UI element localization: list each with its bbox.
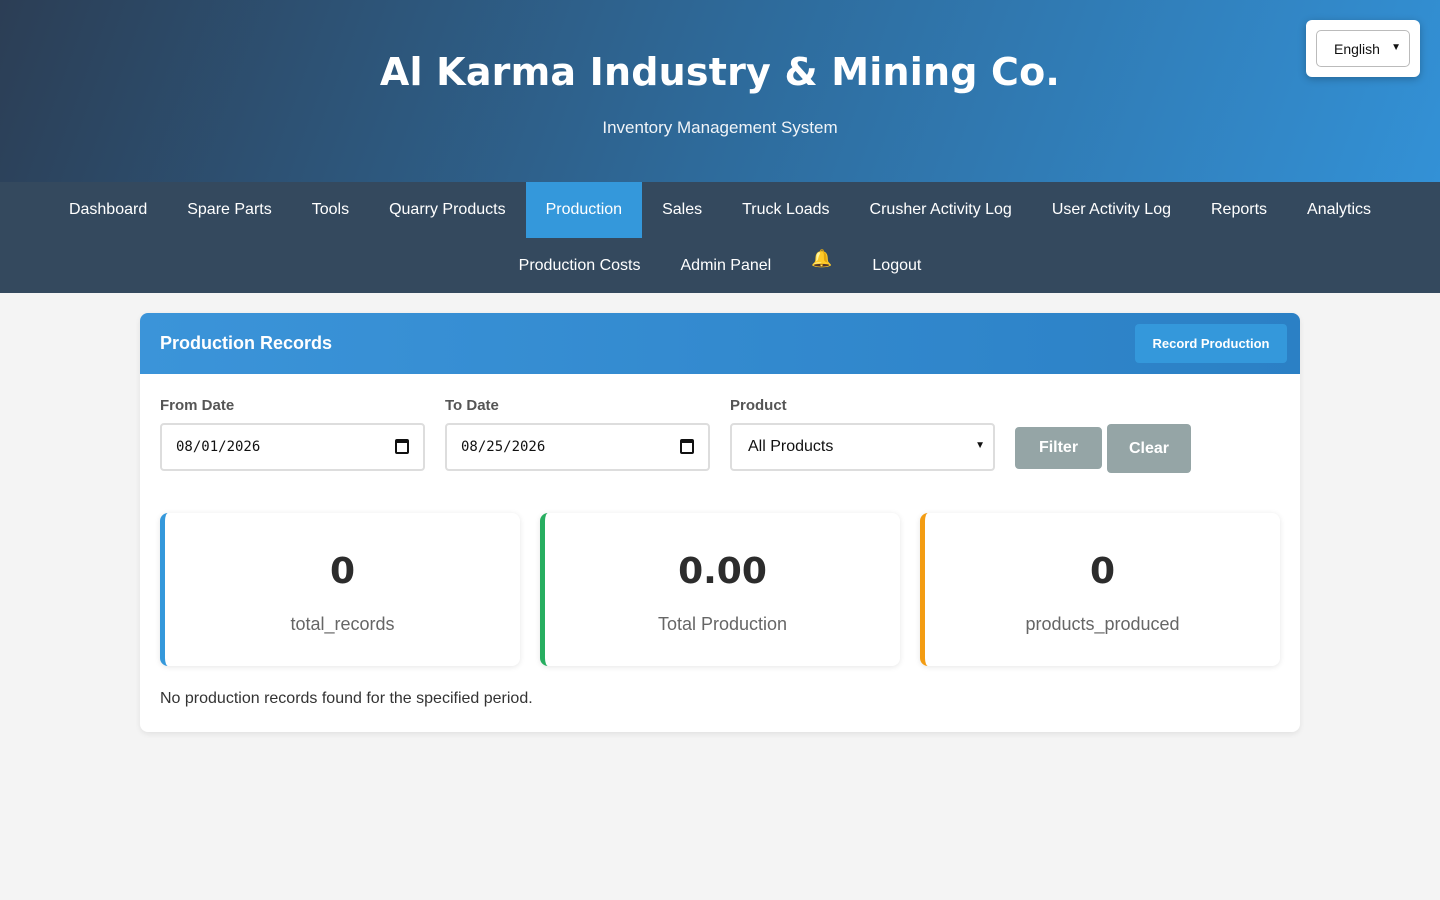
- empty-state-message: No production records found for the spec…: [160, 690, 533, 707]
- nav-item-tools[interactable]: Tools: [292, 182, 369, 238]
- nav-item-quarry-products[interactable]: Quarry Products: [369, 182, 525, 238]
- to-date-label: To Date: [445, 397, 499, 414]
- from-date-field: From Date 08/01/2026: [160, 397, 425, 471]
- calendar-icon[interactable]: [680, 439, 694, 454]
- product-field: Product All Products ▼: [730, 397, 995, 471]
- nav-item-user-activity-log[interactable]: User Activity Log: [1032, 182, 1191, 238]
- record-production-button[interactable]: Record Production: [1135, 324, 1287, 363]
- card-header: Production Records Record Production: [140, 313, 1300, 374]
- stat-card-total-production: 0.00 Total Production: [540, 513, 900, 666]
- nav-item-spare-parts[interactable]: Spare Parts: [167, 182, 291, 238]
- nav-item-crusher-activity-log[interactable]: Crusher Activity Log: [850, 182, 1032, 238]
- from-date-value: 08/01/2026: [176, 439, 261, 455]
- nav-item-reports[interactable]: Reports: [1191, 182, 1287, 238]
- nav-item-admin-panel[interactable]: Admin Panel: [661, 238, 792, 293]
- language-select[interactable]: English ▼: [1316, 30, 1410, 67]
- nav-item-truck-loads[interactable]: Truck Loads: [722, 182, 849, 238]
- stat-label: products_produced: [1025, 614, 1180, 634]
- nav-row-secondary: Production Costs Admin Panel 🔔 Logout: [0, 238, 1440, 293]
- stat-value: 0: [329, 551, 356, 592]
- product-select-value: All Products: [748, 438, 834, 455]
- page-header: Al Karma Industry & Mining Co. Inventory…: [0, 0, 1440, 182]
- stat-value: 0.00: [678, 551, 767, 592]
- filter-bar: From Date 08/01/2026 To Date 08/25/2026 …: [160, 397, 1280, 477]
- nav-row-primary: Dashboard Spare Parts Tools Quarry Produ…: [0, 182, 1440, 238]
- product-label: Product: [730, 397, 787, 414]
- nav-item-production-costs[interactable]: Production Costs: [499, 238, 661, 293]
- stat-label: total_records: [290, 614, 395, 634]
- nav-item-sales[interactable]: Sales: [642, 182, 722, 238]
- to-date-value: 08/25/2026: [461, 439, 546, 455]
- product-select[interactable]: All Products ▼: [730, 423, 995, 471]
- stat-value: 0: [1089, 551, 1116, 592]
- from-date-label: From Date: [160, 397, 235, 414]
- production-records-card: Production Records Record Production Fro…: [140, 313, 1300, 732]
- filter-button[interactable]: Filter: [1015, 427, 1102, 469]
- bell-icon: 🔔: [811, 248, 833, 268]
- nav-item-logout[interactable]: Logout: [852, 238, 941, 293]
- language-select-value: English: [1334, 40, 1380, 57]
- stat-card-products-produced: 0 products_produced: [920, 513, 1280, 666]
- card-title: Production Records: [160, 333, 333, 353]
- app-subtitle: Inventory Management System: [602, 118, 838, 137]
- clear-button[interactable]: Clear: [1107, 424, 1191, 473]
- stat-card-total-records: 0 total_records: [160, 513, 520, 666]
- from-date-input[interactable]: 08/01/2026: [160, 423, 425, 471]
- main-navigation: Dashboard Spare Parts Tools Quarry Produ…: [0, 182, 1440, 293]
- nav-item-production[interactable]: Production: [525, 182, 643, 238]
- nav-item-dashboard[interactable]: Dashboard: [49, 182, 167, 238]
- chevron-down-icon: ▼: [1391, 42, 1401, 53]
- company-title: Al Karma Industry & Mining Co.: [379, 50, 1061, 94]
- to-date-field: To Date 08/25/2026: [445, 397, 710, 471]
- nav-item-analytics[interactable]: Analytics: [1287, 182, 1391, 238]
- stat-label: Total Production: [657, 614, 788, 634]
- language-switcher: English ▼: [1306, 20, 1420, 77]
- chevron-down-icon: ▼: [975, 440, 985, 451]
- to-date-input[interactable]: 08/25/2026: [445, 423, 710, 471]
- calendar-icon[interactable]: [395, 439, 409, 454]
- nav-item-notifications[interactable]: 🔔: [791, 238, 852, 293]
